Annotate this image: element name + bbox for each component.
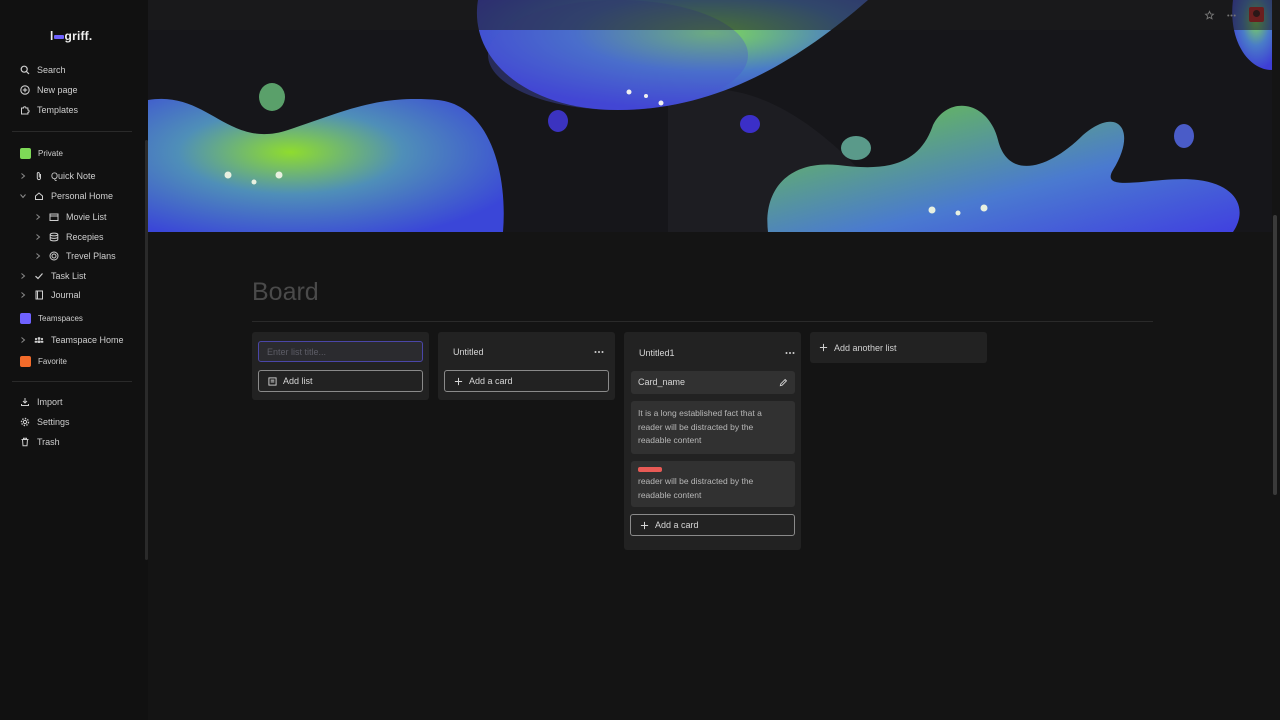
chevron-down-icon[interactable]	[19, 192, 27, 200]
card[interactable]: reader will be distracted by the readabl…	[631, 461, 795, 507]
logo-text: griff.	[64, 29, 93, 43]
card-label-red	[638, 467, 662, 472]
sidebar-item-journal[interactable]: Journal	[19, 288, 81, 302]
trash-icon	[20, 437, 30, 447]
search-icon	[20, 65, 30, 75]
chevron-right-icon[interactable]	[34, 233, 42, 241]
sidebar-item-label: Personal Home	[51, 191, 114, 201]
sidebar: l griff. Search New page Templates Privat…	[0, 0, 148, 720]
add-card-button[interactable]: Add a card	[630, 514, 795, 536]
card-text: reader will be distracted by the readabl…	[638, 476, 754, 500]
sidebar-item-label: Teamspace Home	[51, 335, 124, 345]
logo-mark	[53, 34, 64, 39]
add-card-button[interactable]: Add a card	[444, 370, 609, 392]
sidebar-divider	[12, 381, 132, 382]
plus-icon	[454, 377, 463, 386]
chevron-right-icon[interactable]	[34, 213, 42, 221]
main-scrollbar[interactable]	[1273, 215, 1277, 495]
plus-icon	[819, 343, 828, 352]
sidebar-item-label: Settings	[37, 417, 70, 427]
list-title-input[interactable]	[258, 341, 423, 362]
sidebar-item-label: Import	[37, 397, 63, 407]
list-menu-icon[interactable]	[593, 349, 605, 355]
sidebar-item-label: Trevel Plans	[66, 251, 116, 261]
sidebar-divider	[12, 131, 132, 132]
sidebar-section-private[interactable]: Private	[20, 146, 63, 160]
sidebar-item-new-page[interactable]: New page	[20, 83, 78, 97]
teamspaces-badge-icon	[20, 312, 31, 324]
sidebar-item-settings[interactable]: Settings	[20, 415, 70, 429]
favorite-badge-icon	[20, 355, 31, 367]
section-label: Favorite	[38, 356, 67, 366]
chevron-right-icon[interactable]	[19, 291, 27, 299]
add-list-button[interactable]: Add list	[258, 370, 423, 392]
sidebar-item-label: Movie List	[66, 212, 107, 222]
import-icon	[20, 397, 30, 407]
calendar-icon	[49, 212, 59, 222]
edit-pencil-icon[interactable]	[779, 378, 788, 387]
page-title[interactable]: Board	[252, 278, 319, 307]
sidebar-item-teamspace-home[interactable]: Teamspace Home	[19, 333, 124, 347]
gear-icon	[20, 417, 30, 427]
sidebar-item-recepies[interactable]: Recepies	[34, 230, 104, 244]
sidebar-section-teamspaces[interactable]: Teamspaces	[20, 311, 83, 325]
plus-circle-icon	[20, 85, 30, 95]
sidebar-item-task-list[interactable]: Task List	[19, 269, 86, 283]
title-divider	[252, 321, 1153, 322]
sidebar-item-label: Templates	[37, 105, 79, 115]
sidebar-item-trash[interactable]: Trash	[20, 435, 60, 449]
list-menu-icon[interactable]	[784, 350, 796, 356]
app-logo[interactable]: l griff.	[50, 29, 92, 43]
list-title[interactable]: Untitled	[453, 347, 484, 357]
card-text: It is a long established fact that a rea…	[638, 408, 762, 445]
sidebar-item-label: Search	[37, 65, 66, 75]
card[interactable]: It is a long established fact that a rea…	[631, 401, 795, 454]
puzzle-icon	[20, 105, 30, 115]
add-another-list-label: Add another list	[834, 342, 897, 353]
add-card-label: Add a card	[655, 520, 699, 530]
sidebar-item-search[interactable]: Search	[20, 63, 66, 77]
add-another-list-button[interactable]: Add another list	[810, 332, 987, 363]
chevron-right-icon[interactable]	[19, 172, 27, 180]
team-icon	[34, 335, 44, 345]
sidebar-item-quick-note[interactable]: Quick Note	[19, 169, 96, 183]
card[interactable]: Card_name	[631, 371, 795, 394]
list-title[interactable]: Untitled1	[639, 348, 675, 358]
database-icon	[49, 232, 59, 242]
top-bar	[148, 0, 1280, 30]
paperclip-icon	[34, 171, 44, 181]
sidebar-item-label: Trash	[37, 437, 60, 447]
book-icon	[34, 290, 44, 300]
add-list-label: Add list	[283, 376, 313, 386]
sidebar-item-label: Task List	[51, 271, 87, 281]
private-badge-icon	[20, 147, 31, 159]
target-icon	[49, 251, 59, 261]
sidebar-item-personal-home[interactable]: Personal Home	[19, 189, 113, 203]
sidebar-item-trevel-plans[interactable]: Trevel Plans	[34, 249, 116, 263]
page-cover-image	[148, 0, 1272, 232]
chevron-right-icon[interactable]	[19, 336, 27, 344]
sidebar-item-label: Journal	[51, 290, 81, 300]
card-name: Card_name	[638, 377, 686, 387]
check-icon	[34, 271, 44, 281]
sidebar-item-label: Recepies	[66, 232, 104, 242]
plus-icon	[640, 521, 649, 530]
list-add-icon	[268, 376, 277, 386]
sidebar-item-templates[interactable]: Templates	[20, 103, 78, 117]
sidebar-item-label: Quick Note	[51, 171, 96, 181]
sidebar-item-label: New page	[37, 85, 78, 95]
sidebar-item-movie-list[interactable]: Movie List	[34, 210, 107, 224]
sidebar-item-import[interactable]: Import	[20, 395, 63, 409]
section-label: Private	[38, 148, 63, 158]
sidebar-section-favorite[interactable]: Favorite	[20, 354, 67, 368]
chevron-right-icon[interactable]	[19, 272, 27, 280]
chevron-right-icon[interactable]	[34, 252, 42, 260]
home-icon	[34, 191, 44, 201]
add-card-label: Add a card	[469, 376, 513, 386]
section-label: Teamspaces	[38, 313, 83, 323]
